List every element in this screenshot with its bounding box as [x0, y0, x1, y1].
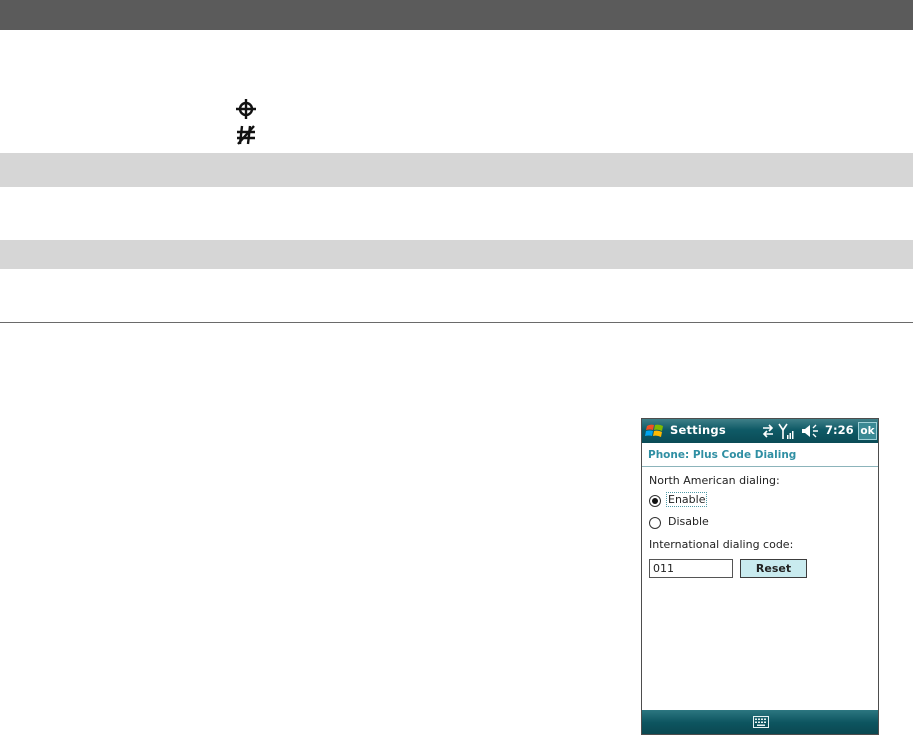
- signal-icon[interactable]: [778, 422, 794, 440]
- table-band: [0, 153, 913, 187]
- divider: [642, 466, 878, 467]
- table-band: [0, 240, 913, 269]
- header-band: [0, 0, 913, 30]
- no-signal-icon: [237, 125, 255, 145]
- intl-code-label: International dialing code:: [649, 538, 794, 551]
- clock[interactable]: 7:26: [825, 423, 854, 437]
- volume-icon[interactable]: [800, 422, 820, 440]
- enable-radio-label[interactable]: Enable: [666, 492, 708, 507]
- connectivity-icon[interactable]: [760, 422, 776, 440]
- disable-radio[interactable]: [649, 517, 661, 529]
- reset-button[interactable]: Reset: [740, 559, 807, 578]
- softkey-bar: [642, 710, 878, 734]
- north-american-label: North American dialing:: [649, 474, 780, 487]
- keyboard-icon[interactable]: [753, 716, 769, 728]
- ok-button[interactable]: ok: [858, 422, 877, 440]
- crosshair-phone-icon: [236, 99, 256, 119]
- title-bar: Settings 7:26 ok: [642, 419, 878, 443]
- windows-start-icon[interactable]: [645, 422, 665, 440]
- window-title: Settings: [670, 423, 726, 437]
- intl-code-input[interactable]: 011: [649, 559, 733, 578]
- page-title: Phone: Plus Code Dialing: [648, 449, 797, 461]
- disable-radio-label[interactable]: Disable: [668, 515, 709, 528]
- enable-label-text: Enable: [666, 492, 708, 507]
- divider: [0, 322, 913, 323]
- enable-radio[interactable]: [649, 495, 661, 507]
- device-screen: Settings 7:26 ok Phone: Plus Code Dialin…: [641, 418, 879, 735]
